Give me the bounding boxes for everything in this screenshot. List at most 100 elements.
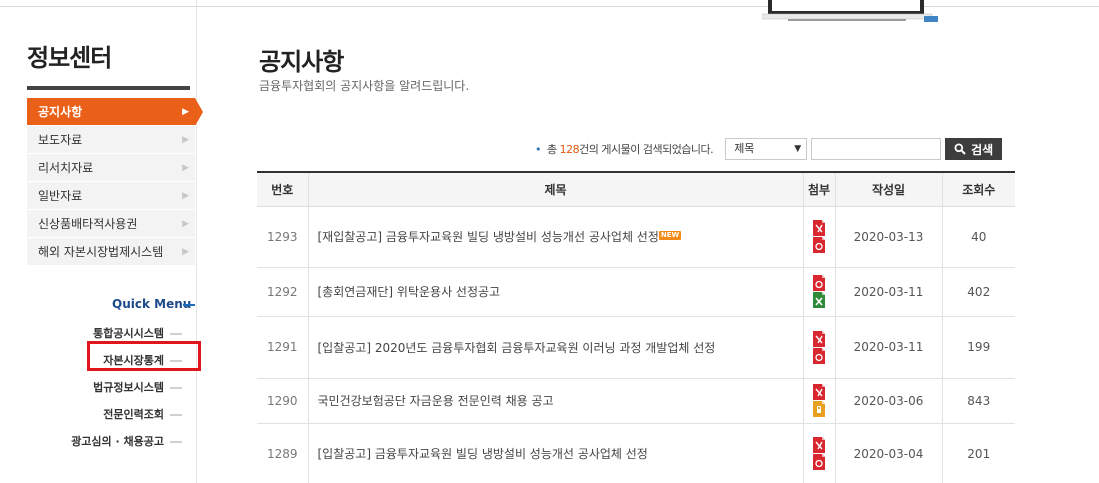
row-views: 199 xyxy=(941,316,1015,379)
search-button[interactable]: 검색 xyxy=(945,138,1003,160)
sidebar-item-label: 신상품배타적사용권 xyxy=(38,217,138,231)
pdf-icon[interactable] xyxy=(812,384,826,400)
quick-menu-title-dash xyxy=(183,304,195,306)
dash-icon xyxy=(170,441,182,443)
attachment-cell xyxy=(802,378,835,424)
highlight-box xyxy=(87,341,201,371)
quick-menu-item[interactable]: 법규정보시스템 xyxy=(71,376,182,403)
count-suffix: 건의 게시물이 검색되었습니다. xyxy=(579,143,714,156)
row-views: 843 xyxy=(941,378,1015,424)
table-row: 1290 국민건강보험공단 자금운용 전문인력 채용 공고 2020-03-06 84… xyxy=(257,378,1015,424)
sidebar-item-label: 일반자료 xyxy=(38,189,83,203)
table-row: 1291 [입찰공고] 2020년도 금융투자협회 금융투자교육원 이러닝 과정 … xyxy=(257,316,1015,379)
row-views: 201 xyxy=(941,423,1015,483)
sidebar-item-label: 보도자료 xyxy=(38,133,83,147)
page-subtitle: 금융투자협회의 공지사항을 알려드립니다. xyxy=(259,79,470,93)
chevron-right-icon: ▶ xyxy=(182,163,189,173)
title-cell[interactable]: [재입찰공고] 금융투자교육원 빌딩 냉방설비 성능개선 공사업체 선정 NEW xyxy=(307,206,803,268)
quick-menu-item[interactable]: 광고심의 · 채용공고 xyxy=(71,430,182,457)
row-date: 2020-03-06 xyxy=(834,378,942,424)
title-cell[interactable]: [총회연금재단] 위탁운용사 선정공고 xyxy=(307,267,803,317)
chevron-right-icon: ▶ xyxy=(182,107,189,117)
header-views: 조회수 xyxy=(941,172,1015,207)
sidebar-item[interactable]: 공지사항 ▶ xyxy=(27,98,203,126)
sidebar-title-underline xyxy=(27,86,190,90)
sidebar-item[interactable]: 보도자료 ▶ xyxy=(27,126,195,154)
result-count: • 총 128건의 게시물이 검색되었습니다. xyxy=(535,141,714,157)
excel-icon[interactable] xyxy=(812,292,826,308)
table-row: 1289 [입찰공고] 금융투자교육원 빌딩 냉방설비 성능개선 공사업체 선정 2… xyxy=(257,423,1015,483)
row-date: 2020-03-11 xyxy=(834,267,942,317)
sidebar-menu: 공지사항 ▶ 보도자료 ▶ 리서치자료 ▶ 일반자료 ▶ 신상품배타적사용권 ▶ 해외 자본시장법제… xyxy=(27,98,203,266)
search-field-select[interactable]: 제목 ▼ xyxy=(725,138,808,160)
hwp-icon[interactable] xyxy=(812,454,826,470)
search-button-label: 검색 xyxy=(971,142,994,157)
quick-menu-title: Quick Menu xyxy=(112,297,192,311)
title-cell[interactable]: 국민건강보험공단 자금운용 전문인력 채용 공고 xyxy=(307,378,803,424)
laptop-image xyxy=(762,0,938,22)
search-bar: • 총 128건의 게시물이 검색되었습니다. 제목 ▼ 검색 xyxy=(535,138,1003,160)
sidebar-title: 정보센터 xyxy=(27,44,112,72)
header-date: 작성일 xyxy=(834,172,942,207)
pdf-icon[interactable] xyxy=(812,437,826,453)
count-prefix: 총 xyxy=(547,143,557,156)
dash-icon xyxy=(170,387,182,389)
search-icon xyxy=(954,143,966,155)
row-number: 1290 xyxy=(257,378,308,424)
row-number: 1291 xyxy=(257,316,308,379)
quick-menu-item[interactable]: 전문인력조회 xyxy=(71,403,182,430)
attachment-cell xyxy=(802,316,835,379)
header-title: 제목 xyxy=(307,172,803,207)
title-cell[interactable]: [입찰공고] 2020년도 금융투자협회 금융투자교육원 이러닝 과정 개발업체… xyxy=(307,316,803,379)
post-title-link[interactable]: [재입찰공고] 금융투자교육원 빌딩 냉방설비 성능개선 공사업체 선정 xyxy=(318,230,659,244)
row-date: 2020-03-13 xyxy=(834,206,942,268)
post-title-link[interactable]: [입찰공고] 금융투자교육원 빌딩 냉방설비 성능개선 공사업체 선정 xyxy=(318,447,648,461)
table-row: 1292 [총회연금재단] 위탁운용사 선정공고 2020-03-11 402 xyxy=(257,267,1015,317)
sidebar-item-label: 공지사항 xyxy=(38,105,83,119)
search-select-value: 제목 xyxy=(734,142,755,155)
pdf-icon[interactable] xyxy=(812,220,826,236)
post-title-link[interactable]: [총회연금재단] 위탁운용사 선정공고 xyxy=(318,285,501,299)
row-views: 40 xyxy=(941,206,1015,268)
sidebar-item[interactable]: 일반자료 ▶ xyxy=(27,182,195,210)
sidebar-item[interactable]: 해외 자본시장법제시스템 ▶ xyxy=(27,238,195,266)
sidebar: 정보센터 공지사항 ▶ 보도자료 ▶ 리서치자료 ▶ 일반자료 ▶ 신상품배타적사용권 ▶ 해외 자… xyxy=(0,0,203,483)
sidebar-item[interactable]: 신상품배타적사용권 ▶ xyxy=(27,210,195,238)
chevron-right-icon: ▶ xyxy=(182,191,189,201)
caret-down-icon: ▼ xyxy=(794,144,802,154)
sidebar-item-label: 해외 자본시장법제시스템 xyxy=(38,245,164,259)
sidebar-item-label: 리서치자료 xyxy=(38,161,94,175)
post-title-link[interactable]: [입찰공고] 2020년도 금융투자협회 금융투자교육원 이러닝 과정 개발업체… xyxy=(318,341,716,355)
bullet-icon: • xyxy=(535,143,542,156)
row-views: 402 xyxy=(941,267,1015,317)
row-number: 1293 xyxy=(257,206,308,268)
table-row: 1293 [재입찰공고] 금융투자교육원 빌딩 냉방설비 성능개선 공사업체 선정… xyxy=(257,206,1015,268)
quick-menu-label: 광고심의 · 채용공고 xyxy=(71,435,164,448)
quick-menu-label: 전문인력조회 xyxy=(103,408,164,421)
zip-icon[interactable] xyxy=(812,401,826,417)
attachment-cell xyxy=(802,206,835,268)
header-number: 번호 xyxy=(257,172,308,207)
row-number: 1292 xyxy=(257,267,308,317)
attachment-cell xyxy=(802,423,835,483)
table-header-row: 번호 제목 첨부 작성일 조회수 xyxy=(257,172,1015,207)
hwp-icon[interactable] xyxy=(812,237,826,253)
chevron-right-icon: ▶ xyxy=(182,219,189,229)
chevron-right-icon: ▶ xyxy=(182,247,189,257)
post-title-link[interactable]: 국민건강보험공단 자금운용 전문인력 채용 공고 xyxy=(318,394,554,408)
chevron-right-icon: ▶ xyxy=(182,135,189,145)
title-cell[interactable]: [입찰공고] 금융투자교육원 빌딩 냉방설비 성능개선 공사업체 선정 xyxy=(307,423,803,483)
quick-menu-label: 통합공시시스템 xyxy=(93,327,164,340)
notice-table: 번호 제목 첨부 작성일 조회수 1293 [재입찰공고] 금융투자교육원 빌딩 … xyxy=(257,171,1015,483)
pdf-icon[interactable] xyxy=(812,330,826,347)
quick-menu-label: 법규정보시스템 xyxy=(93,381,164,394)
attachment-cell xyxy=(802,267,835,317)
search-input[interactable] xyxy=(811,138,942,160)
row-number: 1289 xyxy=(257,423,308,483)
hwp-icon[interactable] xyxy=(812,347,826,364)
row-date: 2020-03-04 xyxy=(834,423,942,483)
hwp-icon[interactable] xyxy=(812,275,826,291)
count-number: 128 xyxy=(559,143,580,156)
header-attachment: 첨부 xyxy=(802,172,835,207)
sidebar-item[interactable]: 리서치자료 ▶ xyxy=(27,154,195,182)
